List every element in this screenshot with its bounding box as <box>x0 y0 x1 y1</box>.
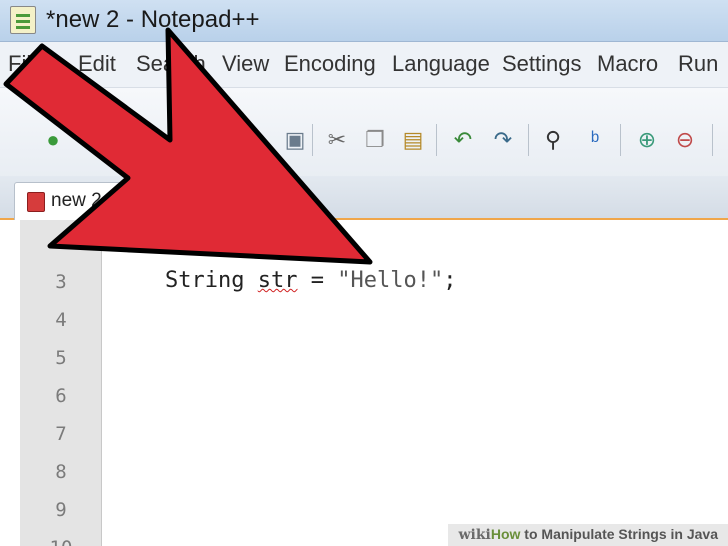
menu-edit[interactable]: Edit <box>78 51 116 77</box>
code-operator: = <box>310 268 324 293</box>
cut-icon[interactable]: ✂ <box>324 126 350 154</box>
paste-icon[interactable]: ▤ <box>400 126 426 154</box>
menu-search[interactable]: Search <box>136 51 206 77</box>
code-line[interactable]: String str = "Hello!"; <box>165 268 456 293</box>
undo-icon[interactable]: ↶ <box>450 126 476 154</box>
tab-bar: new 2 <box>0 176 728 220</box>
menu-language[interactable]: Language <box>392 51 490 77</box>
menu-view[interactable]: View <box>222 51 269 77</box>
redo-icon[interactable]: ↷ <box>490 126 516 154</box>
line-number: 8 <box>55 461 67 483</box>
code-variable: str <box>257 268 298 293</box>
zoom-out-icon[interactable]: ⊖ <box>672 126 698 154</box>
unsaved-file-icon <box>27 192 45 212</box>
menu-run[interactable]: Run <box>678 51 718 77</box>
new-file-icon[interactable]: ● <box>40 126 66 154</box>
toolbar-separator <box>528 124 529 156</box>
toolbar-separator <box>620 124 621 156</box>
window-title: *new 2 - Notepad++ <box>46 6 260 33</box>
replace-icon[interactable]: ᵇ <box>582 126 608 154</box>
toolbar-separator <box>436 124 437 156</box>
code-terminator: ; <box>443 268 457 293</box>
menu-macro[interactable]: Macro <box>597 51 658 77</box>
watermark-how: How <box>490 526 521 542</box>
code-keyword: String <box>165 268 245 293</box>
tab-new-2[interactable]: new 2 <box>14 182 154 220</box>
line-number-gutter <box>20 220 102 546</box>
toolbar-separator <box>712 124 713 156</box>
menu-file[interactable]: File <box>8 51 43 77</box>
code-string-literal: "Hello!" <box>337 268 444 293</box>
line-number: 3 <box>55 271 67 293</box>
line-number: 4 <box>55 309 67 331</box>
title-bar: *new 2 - Notepad++ <box>0 0 728 42</box>
copy-icon[interactable]: ❐ <box>362 126 388 154</box>
watermark-brand: wiki <box>458 527 491 543</box>
toolbar-separator <box>312 124 313 156</box>
print-icon[interactable]: ▣ <box>282 126 308 154</box>
tab-label: new 2 <box>51 190 102 211</box>
line-number: 5 <box>55 347 67 369</box>
menu-settings[interactable]: Settings <box>502 51 582 77</box>
line-number: 10 <box>20 537 102 546</box>
line-number: 9 <box>55 499 67 521</box>
wikihow-watermark: wikiHow to Manipulate Strings in Java <box>448 524 728 546</box>
menu-bar: File Edit Search View Encoding Language … <box>0 42 728 88</box>
notepad-app-icon <box>10 6 36 34</box>
watermark-caption: to Manipulate Strings in Java <box>524 526 718 542</box>
menu-encoding[interactable]: Encoding <box>284 51 376 77</box>
toolbar: ● ▣ ✂ ❐ ▤ ↶ ↷ ⚲ ᵇ ⊕ ⊖ <box>0 88 728 188</box>
find-icon[interactable]: ⚲ <box>540 126 566 154</box>
line-number: 7 <box>55 423 67 445</box>
line-number: 6 <box>55 385 67 407</box>
zoom-in-icon[interactable]: ⊕ <box>634 126 660 154</box>
